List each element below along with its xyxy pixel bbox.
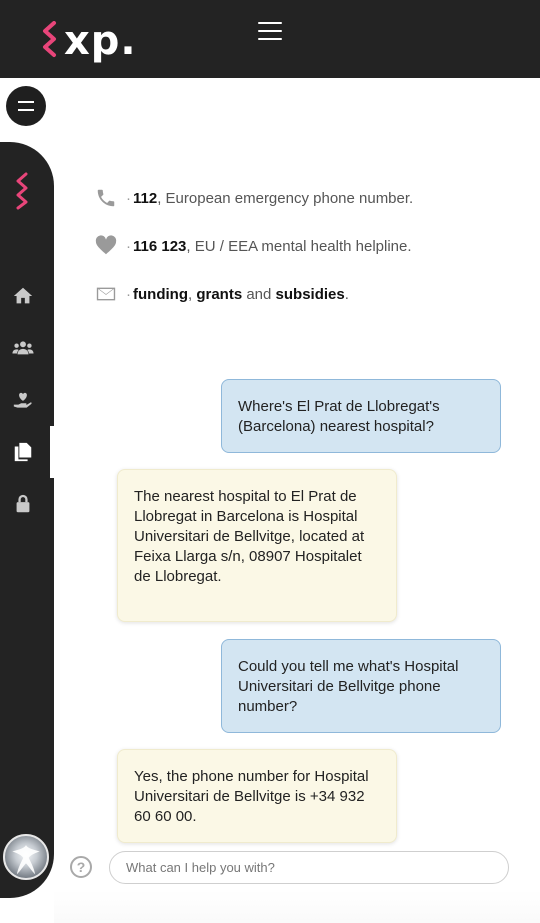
- xp-logo[interactable]: xp.: [40, 16, 137, 66]
- input-area-background: [54, 890, 540, 923]
- heart-hand-icon: [13, 392, 32, 408]
- phone-icon: [94, 186, 118, 210]
- sidebar-logo-icon: [16, 172, 28, 210]
- sidebar-item-community[interactable]: [0, 328, 54, 368]
- avatar-figure-icon: [12, 845, 40, 875]
- emergency-number[interactable]: 112: [133, 190, 157, 207]
- sidebar-toggle-button[interactable]: [6, 86, 46, 126]
- chat-message-user: Where's El Prat de Llobregat's (Barcelon…: [221, 379, 501, 453]
- home-icon: [13, 287, 33, 304]
- chat-input[interactable]: [109, 851, 509, 884]
- emergency-description: , European emergency phone number.: [157, 189, 414, 207]
- funding-link[interactable]: funding: [133, 286, 188, 303]
- top-bar: xp.: [0, 0, 540, 78]
- info-list: · 112 , European emergency phone number.…: [94, 174, 524, 318]
- funding-separator: ,: [187, 285, 197, 303]
- chat-message-assistant: Yes, the phone number for Hospital Unive…: [117, 749, 397, 843]
- documents-icon: [14, 442, 32, 462]
- mental-health-number[interactable]: 116 123: [133, 238, 186, 255]
- mail-icon: [94, 282, 118, 306]
- user-avatar[interactable]: [3, 834, 49, 880]
- hamburger-menu-icon[interactable]: [256, 20, 284, 42]
- funding-and-text: and: [242, 285, 276, 303]
- heart-icon: [94, 234, 118, 258]
- mental-health-description: , EU / EEA mental health helpline.: [186, 237, 412, 255]
- sidebar-item-care[interactable]: [0, 380, 54, 420]
- users-icon: [12, 341, 34, 355]
- mental-health-info-row: · 116 123 , EU / EEA mental health helpl…: [94, 222, 524, 270]
- sidebar-item-private[interactable]: [0, 484, 54, 524]
- sidebar-item-documents[interactable]: [0, 426, 54, 478]
- grants-link[interactable]: grants: [196, 286, 242, 303]
- logo-zigzag-icon: [43, 21, 56, 57]
- lock-icon: [16, 494, 30, 513]
- funding-info-row: · funding, grants and subsidies.: [94, 270, 524, 318]
- sidebar: [0, 142, 54, 898]
- logo-text: xp.: [64, 18, 137, 64]
- sidebar-item-home[interactable]: [0, 276, 54, 316]
- chat-message-assistant: The nearest hospital to El Prat de Llobr…: [117, 469, 397, 622]
- subsidies-link[interactable]: subsidies: [276, 286, 345, 303]
- help-icon[interactable]: ?: [70, 856, 92, 878]
- chat-message-user: Could you tell me what's Hospital Univer…: [221, 639, 501, 733]
- emergency-info-row: · 112 , European emergency phone number.: [94, 174, 524, 222]
- funding-end-text: .: [344, 285, 349, 303]
